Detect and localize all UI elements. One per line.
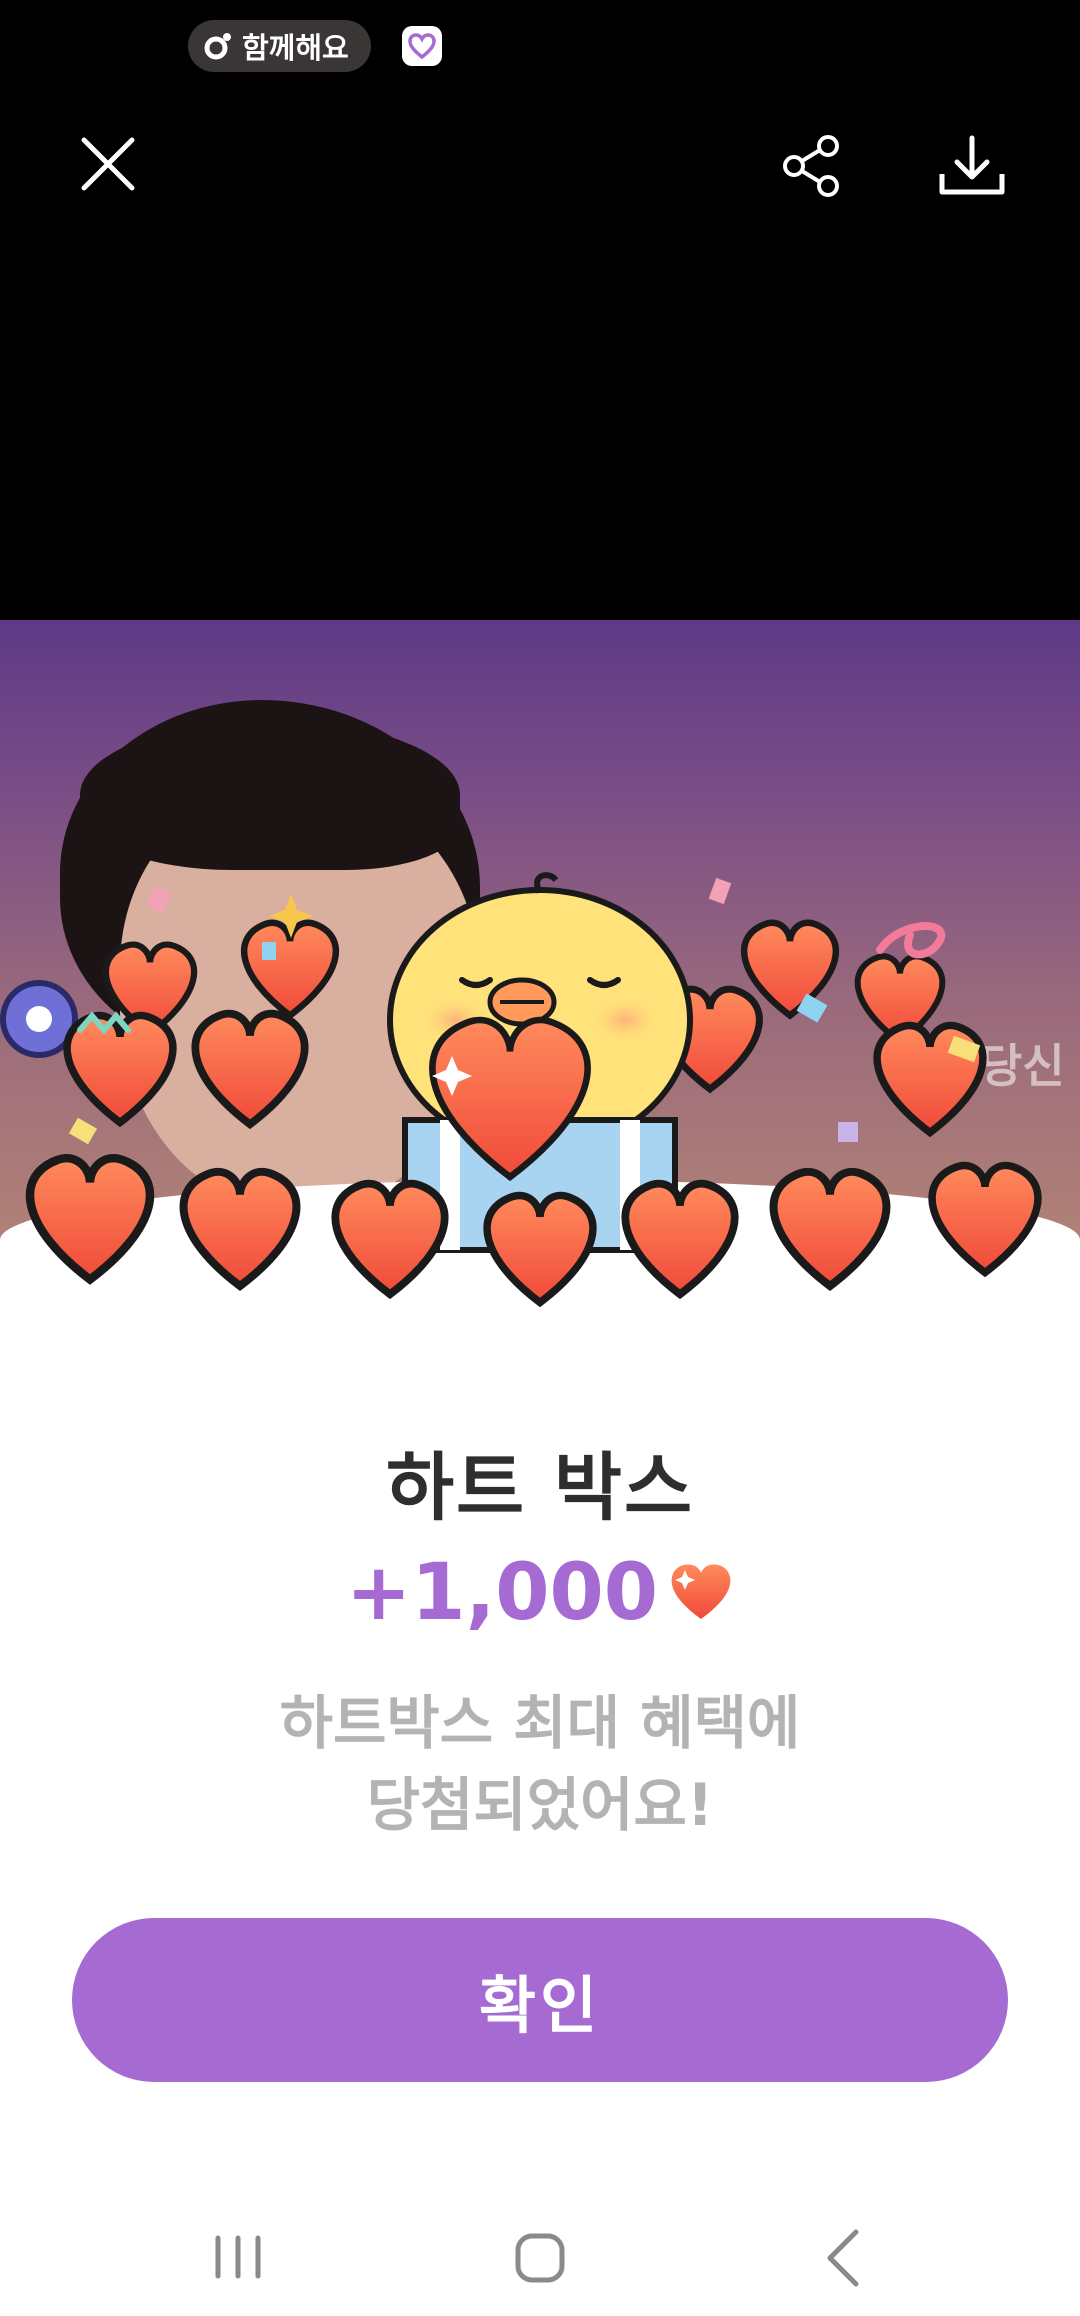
reward-description-line1: 하트박스 최대 혜택에 [279, 1689, 801, 1757]
reward-description: 하트박스 최대 혜택에 당첨되었어요! [0, 1682, 1080, 1846]
app-heart-icon [402, 26, 442, 66]
download-button[interactable] [936, 132, 1008, 200]
reward-amount-row: +1,000 [0, 1548, 1080, 1638]
heart-icon [671, 1564, 731, 1619]
download-icon [939, 135, 1005, 195]
status-pill-label: 함께해요 [242, 31, 349, 65]
reward-title: 하트 박스 [385, 1445, 695, 1531]
close-button[interactable] [76, 132, 140, 196]
home-icon[interactable] [515, 2233, 565, 2283]
reward-amount: +1,000 [345, 1548, 659, 1638]
status-pill[interactable]: 함께해요 [188, 20, 371, 72]
recent-apps-icon[interactable] [215, 2235, 261, 2279]
close-icon [81, 137, 135, 191]
circle-dot-icon [204, 32, 232, 60]
top-black-area [0, 0, 1080, 620]
navigation-bar [215, 2229, 859, 2287]
share-icon [783, 135, 839, 197]
reward-description-line2: 당첨되었어요! [366, 1771, 714, 1839]
back-icon[interactable] [827, 2229, 859, 2287]
heart-box-illustration [25, 872, 1042, 1308]
confirm-button[interactable]: 확인 [72, 1918, 1008, 2082]
share-button[interactable] [778, 132, 846, 200]
